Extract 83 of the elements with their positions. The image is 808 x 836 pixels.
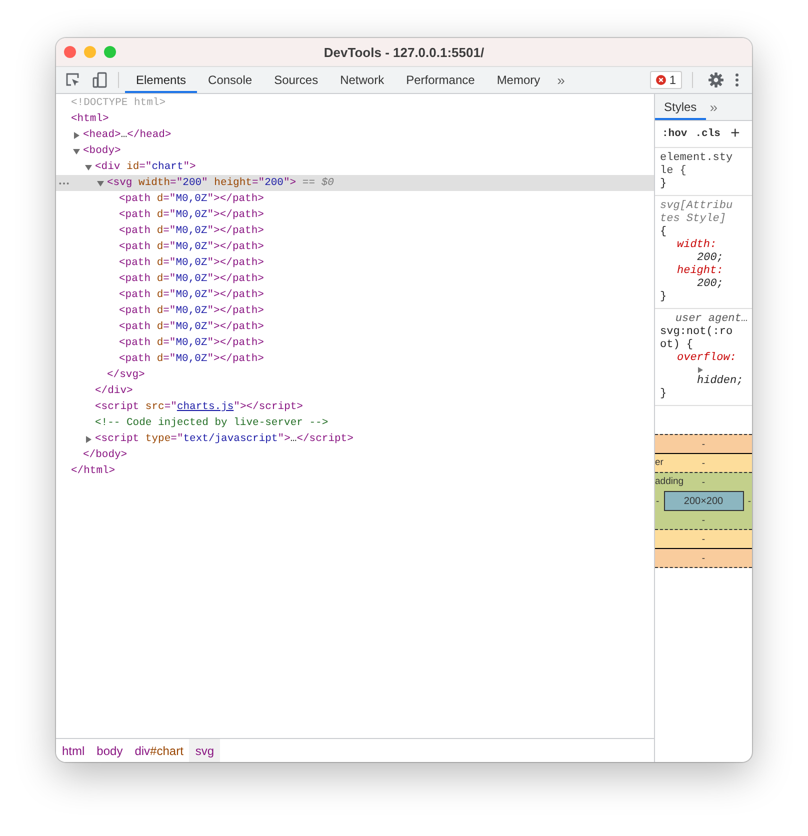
inspect-element-icon[interactable] bbox=[65, 72, 81, 88]
dom-node-line: <div id="chart"> bbox=[95, 161, 196, 173]
padding-right-value: - bbox=[748, 496, 751, 506]
window-title: DevTools - 127.0.0.1:5501/ bbox=[322, 44, 486, 60]
dom-node-line: <body> bbox=[83, 145, 121, 157]
panel-tab[interactable]: Sources bbox=[263, 67, 330, 93]
rule-selector: svg:not(:root) { bbox=[660, 326, 734, 352]
dom-node-line: <path d="M0,0Z"></path> bbox=[119, 273, 264, 285]
dom-node-line: <path d="M0,0Z"></path> bbox=[119, 289, 264, 301]
property-name: height: bbox=[677, 265, 724, 278]
dom-node-line: <svg width="200" height="200"> == $0 bbox=[107, 177, 334, 189]
padding-bottom-value: - bbox=[702, 514, 706, 526]
breadcrumb-item[interactable]: svg bbox=[189, 739, 220, 762]
dom-node-line: </body> bbox=[83, 449, 128, 461]
collapse-triangle-icon[interactable] bbox=[97, 180, 104, 186]
more-dots-icon[interactable] bbox=[59, 182, 69, 185]
dom-node-line: <script src="charts.js"></script> bbox=[95, 401, 303, 413]
more-options-icon[interactable] bbox=[735, 73, 739, 87]
breadcrumb-item[interactable]: body bbox=[90, 739, 129, 762]
breadcrumb-item[interactable]: html bbox=[56, 739, 91, 762]
dom-node-line: <path d="M0,0Z"></path> bbox=[119, 321, 264, 333]
rule-brace: } bbox=[660, 178, 668, 191]
dom-node-line: </div> bbox=[95, 385, 133, 397]
script-link[interactable]: charts.js bbox=[176, 401, 234, 413]
selected-row-highlight[interactable]: <svg width="200" height="200"> == $0 bbox=[56, 175, 654, 191]
dom-node-line: </svg> bbox=[107, 369, 145, 381]
border-label: er bbox=[655, 457, 664, 468]
expand-triangle-icon[interactable] bbox=[73, 132, 80, 138]
settings-icon[interactable] bbox=[708, 72, 724, 88]
dom-node-line: <path d="M0,0Z"></path> bbox=[119, 337, 264, 349]
padding-label: adding bbox=[655, 476, 684, 487]
property-value: 200; bbox=[697, 278, 724, 291]
panel-tab[interactable]: Console bbox=[197, 67, 264, 93]
error-icon bbox=[656, 75, 666, 85]
dom-node-line: <path d="M0,0Z"></path> bbox=[119, 353, 264, 365]
styles-toolbar-button[interactable]: .cls bbox=[692, 128, 724, 140]
dom-node-line: <path d="M0,0Z"></path> bbox=[119, 225, 264, 237]
content-box: 200×200 bbox=[664, 491, 744, 511]
panel-tab[interactable]: Memory bbox=[486, 67, 552, 93]
margin-top-value: - bbox=[702, 438, 706, 450]
margin-bottom-value: - bbox=[702, 552, 706, 564]
dom-node-line: <!-- Code injected by live-server --> bbox=[95, 417, 328, 429]
more-tabs-button[interactable]: » bbox=[706, 94, 722, 120]
rule-source: user agent… bbox=[674, 313, 748, 326]
error-count-badge[interactable]: 1 bbox=[650, 71, 682, 89]
property-value: hidden; bbox=[697, 375, 744, 388]
panel-tab[interactable]: Performance bbox=[395, 67, 486, 93]
dom-node-line: </html> bbox=[71, 465, 116, 477]
padding-top-value: - bbox=[702, 476, 706, 488]
property-name: overflow: bbox=[677, 352, 738, 365]
expand-triangle-icon[interactable] bbox=[85, 436, 92, 442]
rule-selector: element.style { bbox=[660, 152, 734, 178]
dom-node-line: <head>…</head> bbox=[83, 129, 172, 141]
collapse-triangle-icon[interactable] bbox=[85, 164, 92, 170]
rule-brace: { bbox=[660, 226, 668, 239]
dom-node-line: <path d="M0,0Z"></path> bbox=[119, 193, 264, 205]
dom-node-line: <path d="M0,0Z"></path> bbox=[119, 305, 264, 317]
property-name: width: bbox=[677, 239, 718, 252]
error-count: 1 bbox=[669, 73, 676, 87]
styles-toolbar-button[interactable]: + bbox=[727, 125, 743, 143]
dom-node-line: <path d="M0,0Z"></path> bbox=[119, 257, 264, 269]
rule-brace: } bbox=[660, 291, 668, 304]
panel-tab[interactable]: Network bbox=[329, 67, 396, 93]
padding-left-value: - bbox=[656, 496, 660, 506]
dom-node-line: <script type="text/javascript">…</script> bbox=[95, 433, 354, 445]
sidebar-tab[interactable]: Styles bbox=[655, 94, 706, 120]
panel-tab[interactable]: Elements bbox=[125, 67, 198, 93]
dom-node-line: <html> bbox=[71, 113, 109, 125]
more-tabs-button[interactable]: » bbox=[551, 67, 571, 93]
styles-toolbar-button[interactable]: :hov bbox=[659, 128, 690, 140]
rule-brace: } bbox=[660, 388, 668, 401]
dom-node-line: <path d="M0,0Z"></path> bbox=[119, 241, 264, 253]
collapse-triangle-icon[interactable] bbox=[73, 148, 80, 154]
border-bottom-value: - bbox=[702, 534, 706, 544]
breadcrumb-item[interactable]: div#chart bbox=[128, 739, 190, 762]
device-toolbar-icon[interactable] bbox=[92, 72, 108, 88]
close-button[interactable] bbox=[64, 46, 76, 58]
border-top-value: - bbox=[702, 458, 706, 468]
property-value: 200; bbox=[697, 252, 724, 265]
expand-triangle-icon[interactable] bbox=[697, 367, 703, 373]
rule-selector: svg[Attributes Style] bbox=[660, 200, 734, 226]
dom-node-line: <path d="M0,0Z"></path> bbox=[119, 209, 264, 221]
dom-node-line: <!DOCTYPE html> bbox=[71, 97, 166, 109]
